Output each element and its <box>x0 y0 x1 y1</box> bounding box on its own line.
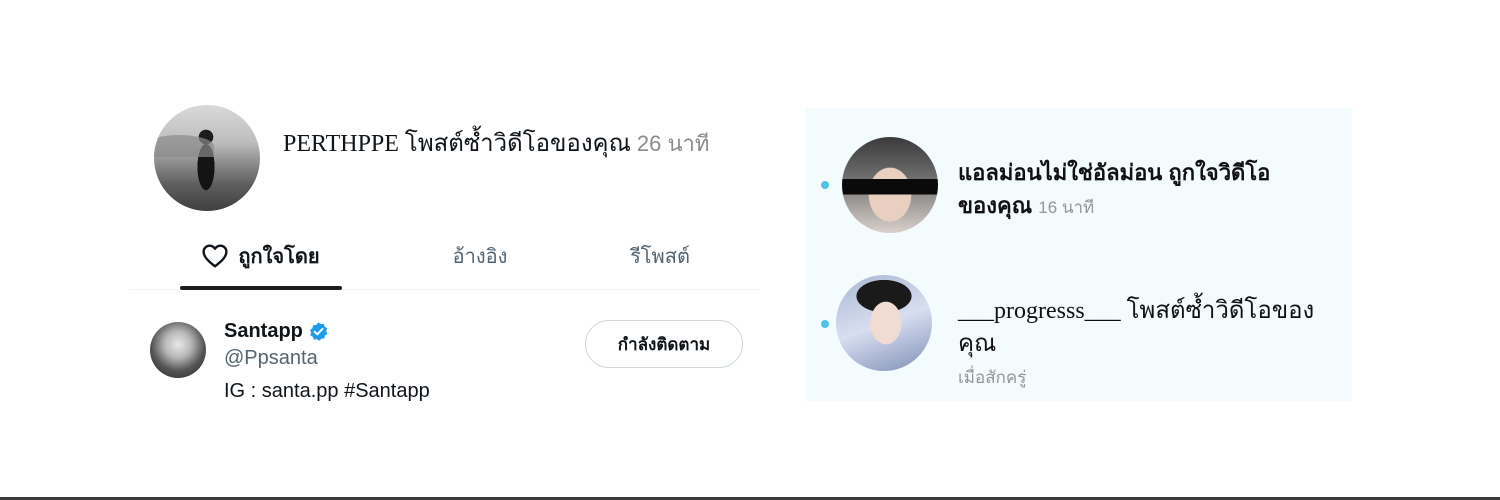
avatar[interactable] <box>154 105 260 211</box>
tab-likes[interactable]: ถูกใจโดย <box>180 225 342 287</box>
tab-reposts[interactable]: รีโพสต์ <box>580 225 740 287</box>
unread-dot <box>821 320 829 328</box>
tab-likes-label: ถูกใจโดย <box>238 246 320 268</box>
activity-item[interactable]: แอลม่อนไม่ใช่อัลม่อน ถูกใจวิดีโอของคุณ 1… <box>806 108 1352 254</box>
unread-dot <box>821 181 829 189</box>
user-handle: @Ppsanta <box>224 347 318 369</box>
notification-text: PERTHPPE โพสต์ซ้ำวิดีโอของคุณ 26 นาที <box>283 128 743 160</box>
heart-icon <box>202 244 228 268</box>
user-bio: IG : santa.pp #Santapp <box>224 380 430 402</box>
tab-quotes[interactable]: อ้างอิง <box>400 225 560 287</box>
user-name[interactable]: Santapp <box>224 320 303 343</box>
following-button[interactable]: กำลังติดตาม <box>585 320 743 368</box>
activity-text: แอลม่อนไม่ใช่อัลม่อน ถูกใจวิดีโอของคุณ 1… <box>958 156 1308 224</box>
activity-message: แอลม่อนไม่ใช่อัลม่อน ถูกใจวิดีโอของคุณ <box>958 160 1271 218</box>
activity-message: ___progresss___ โพสต์ซ้ำวิดีโอของคุณ <box>958 298 1315 357</box>
activity-time: 16 นาที <box>1038 198 1095 217</box>
avatar[interactable] <box>836 275 932 371</box>
user-name-row[interactable]: Santapp <box>224 320 329 343</box>
repost-notification[interactable]: PERTHPPE โพสต์ซ้ำวิดีโอของคุณ 26 นาที <box>130 100 760 215</box>
tab-quotes-label: อ้างอิง <box>452 246 508 268</box>
activity-text: ___progresss___ โพสต์ซ้ำวิดีโอของคุณ เมื… <box>958 295 1348 394</box>
verified-badge-icon <box>309 322 328 341</box>
avatar[interactable] <box>150 322 206 378</box>
activity-panel: แอลม่อนไม่ใช่อัลม่อน ถูกใจวิดีโอของคุณ 1… <box>806 108 1352 401</box>
activity-item[interactable]: ___progresss___ โพสต์ซ้ำวิดีโอของคุณ เมื… <box>806 255 1352 401</box>
user-list-item[interactable]: Santapp @Ppsanta IG : santa.pp #Santapp … <box>130 310 760 420</box>
notification-message: PERTHPPE โพสต์ซ้ำวิดีโอของคุณ <box>283 131 631 157</box>
notification-time: 26 นาที <box>636 131 710 156</box>
left-panel: PERTHPPE โพสต์ซ้ำวิดีโอของคุณ 26 นาที ถู… <box>130 100 760 420</box>
tab-reposts-label: รีโพสต์ <box>630 246 690 268</box>
tab-bar: ถูกใจโดย อ้างอิง รีโพสต์ <box>130 225 760 290</box>
activity-time: เมื่อสักครู่ <box>958 368 1027 387</box>
avatar[interactable] <box>842 137 938 233</box>
active-tab-indicator <box>180 286 342 290</box>
